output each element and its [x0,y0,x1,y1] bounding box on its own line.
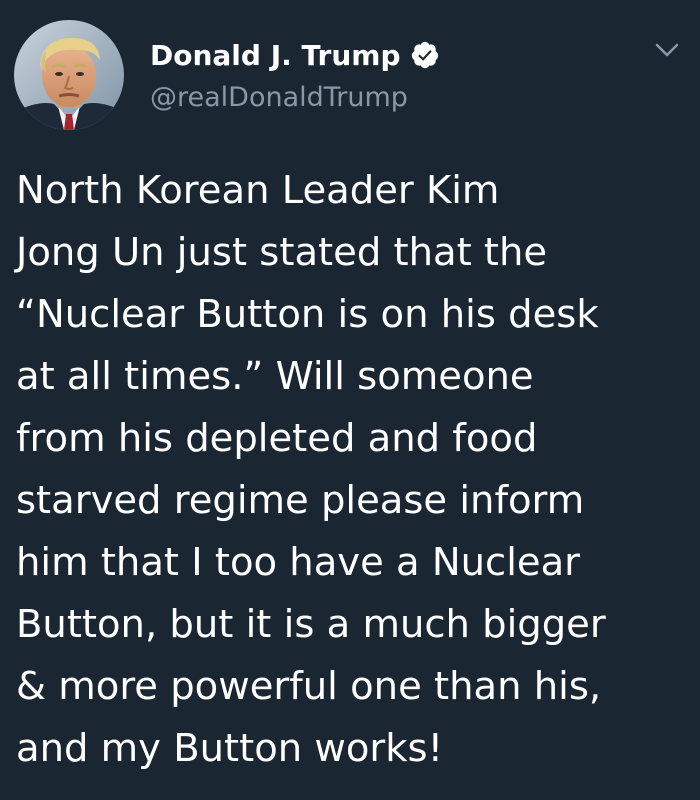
author-display-name[interactable]: Donald J. Trump [150,39,400,72]
chevron-down-icon[interactable] [652,38,682,62]
tweet-text-line: & more powerful one than his, [16,664,602,709]
tweet-text: North Korean Leader Kim Jong Un just sta… [16,160,688,780]
author-handle[interactable]: @realDonaldTrump [150,82,408,113]
tweet-card: Donald J. Trump @realDonaldTrump North K… [0,0,700,800]
tweet-text-line: North Korean Leader Kim [16,168,500,213]
tweet-text-line: Button, but it is a much bigger [16,602,606,647]
verified-badge-icon [410,40,440,70]
tweet-text-line: and my Button works! [16,726,444,771]
tweet-text-line: him that I too have a Nuclear [16,540,581,585]
author-name-row[interactable]: Donald J. Trump [150,34,440,76]
avatar[interactable] [14,20,124,130]
tweet-text-line: Jong Un just stated that the [16,230,548,275]
tweet-text-line: “Nuclear Button is on his desk [16,292,599,337]
tweet-text-line: from his depleted and food [16,416,538,461]
avatar-photo-icon [14,20,124,130]
tweet-text-line: starved regime please inform [16,478,585,523]
tweet-text-line: at all times.” Will someone [16,354,534,399]
